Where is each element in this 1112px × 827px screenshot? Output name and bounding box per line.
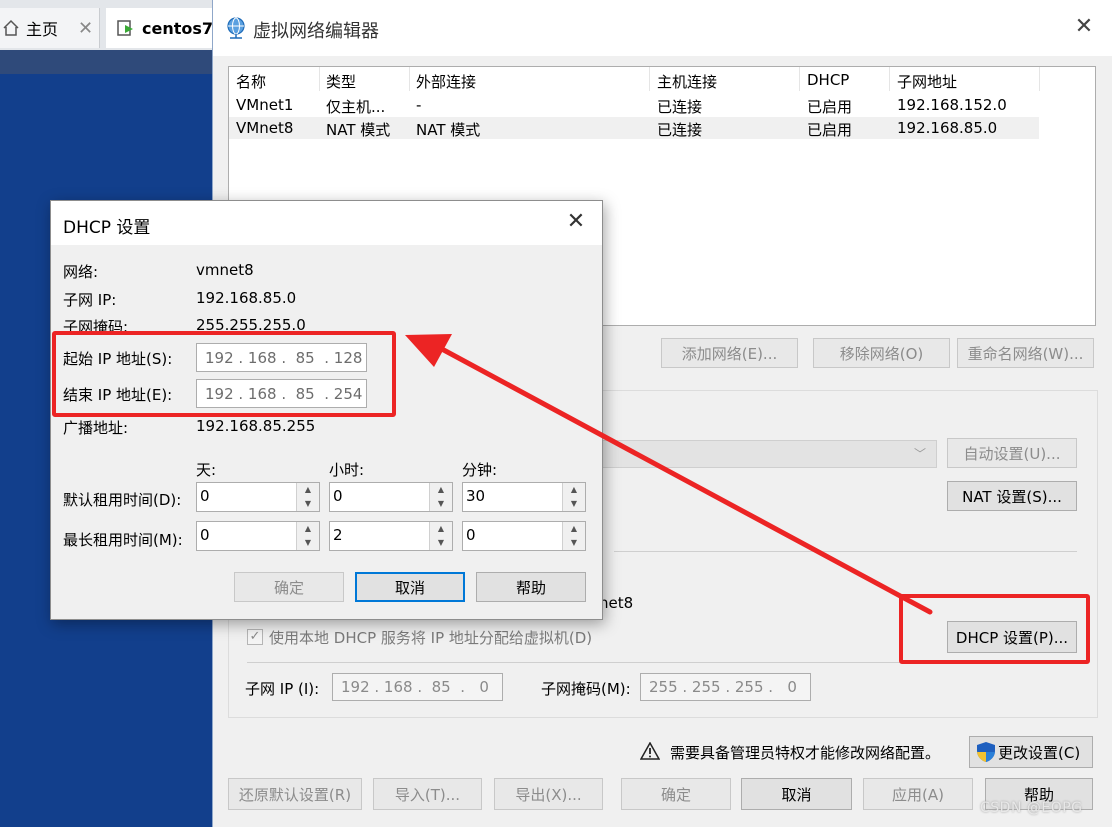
annotation-arrow (405, 334, 933, 615)
watermark-text: CSDN @EOPG (980, 800, 1083, 816)
